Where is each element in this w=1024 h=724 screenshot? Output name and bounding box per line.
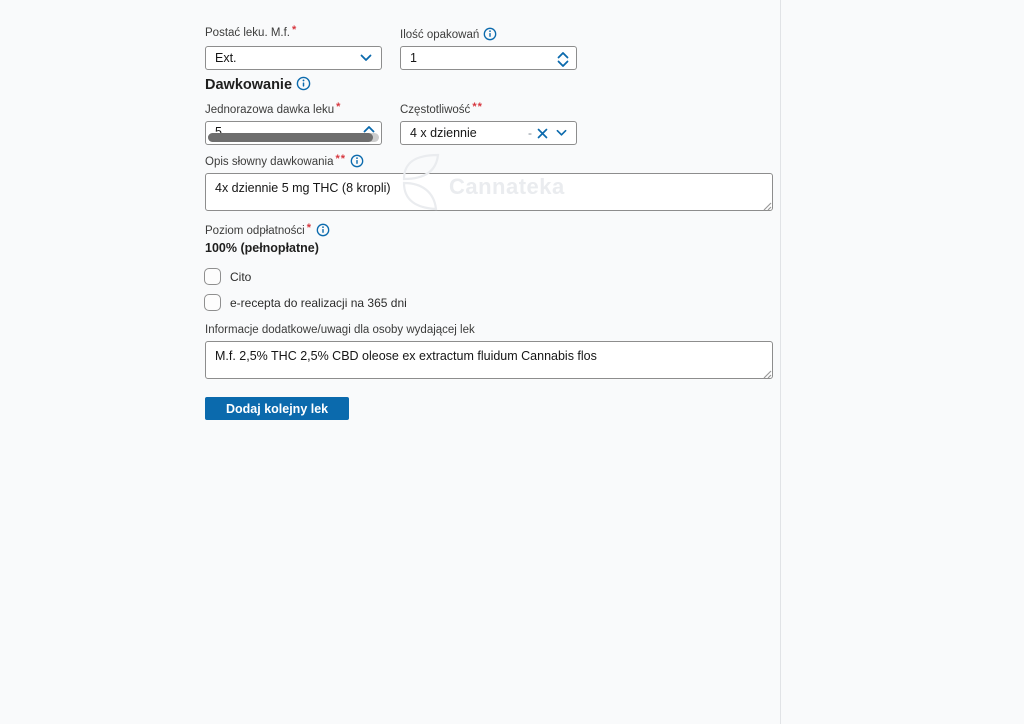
info-icon[interactable] [483, 27, 497, 41]
scrollbar-thumb[interactable] [208, 133, 373, 142]
postac-leku-label: Postać leku. M.f.* [205, 27, 297, 39]
chevron-down-icon [360, 54, 372, 62]
erecepta-365-checkbox[interactable] [204, 294, 221, 311]
ilosc-opakowan-input-box [400, 46, 577, 70]
info-icon[interactable] [296, 76, 311, 91]
informacje-dodatkowe-label: Informacje dodatkowe/uwagi dla osoby wyd… [205, 324, 475, 336]
jednorazowa-dawka-label: Jednorazowa dawka leku* [205, 104, 341, 116]
czestotliwosc-select[interactable]: 4 x dziennie - [400, 121, 577, 145]
cito-checkbox[interactable] [204, 268, 221, 285]
poziom-odplatnosci-value: 100% (pełnopłatne) [205, 241, 319, 255]
ilosc-opakowan-input[interactable] [401, 51, 576, 65]
stepper-down-icon [557, 60, 569, 68]
horizontal-scrollbar[interactable] [208, 133, 379, 142]
required-asterisk: ** [472, 101, 483, 113]
required-asterisk: ** [335, 153, 346, 165]
opis-slowny-textarea[interactable]: 4x dziennie 5 mg THC (8 kropli) [205, 173, 773, 211]
ilosc-opakowan-label: Ilość opakowań [400, 27, 497, 41]
dawkowanie-heading: Dawkowanie [205, 76, 311, 93]
clear-dash: - [528, 126, 532, 140]
required-asterisk: * [336, 101, 341, 113]
number-stepper[interactable] [557, 47, 569, 69]
dodaj-kolejny-lek-button[interactable]: Dodaj kolejny lek [205, 397, 349, 420]
cito-checkbox-label: Cito [230, 270, 251, 284]
informacje-dodatkowe-textarea[interactable]: M.f. 2,5% THC 2,5% CBD oleose ex extract… [205, 341, 773, 379]
poziom-odplatnosci-label: Poziom odpłatności* [205, 223, 330, 237]
opis-slowny-label: Opis słowny dawkowania** [205, 154, 364, 168]
clear-x-icon[interactable] [537, 128, 548, 139]
cito-checkbox-row[interactable]: Cito [204, 268, 251, 285]
required-asterisk: * [292, 24, 297, 36]
required-asterisk: * [307, 222, 312, 234]
info-icon[interactable] [350, 154, 364, 168]
postac-leku-select[interactable]: Ext. [205, 46, 382, 70]
stepper-up-icon [557, 51, 569, 59]
jednorazowa-dawka-input-box[interactable]: 5 [205, 121, 382, 145]
info-icon[interactable] [316, 223, 330, 237]
content-right-divider [780, 0, 781, 724]
chevron-down-icon [556, 129, 567, 137]
stepper-up-icon[interactable] [363, 125, 375, 133]
czestotliwosc-label: Częstotliwość** [400, 104, 483, 116]
erecepta-365-checkbox-label: e-recepta do realizacji na 365 dni [230, 296, 407, 310]
prescription-form-page: Postać leku. M.f.* Ilość opakowań Ext. D… [0, 0, 1024, 724]
erecepta-365-checkbox-row[interactable]: e-recepta do realizacji na 365 dni [204, 294, 407, 311]
